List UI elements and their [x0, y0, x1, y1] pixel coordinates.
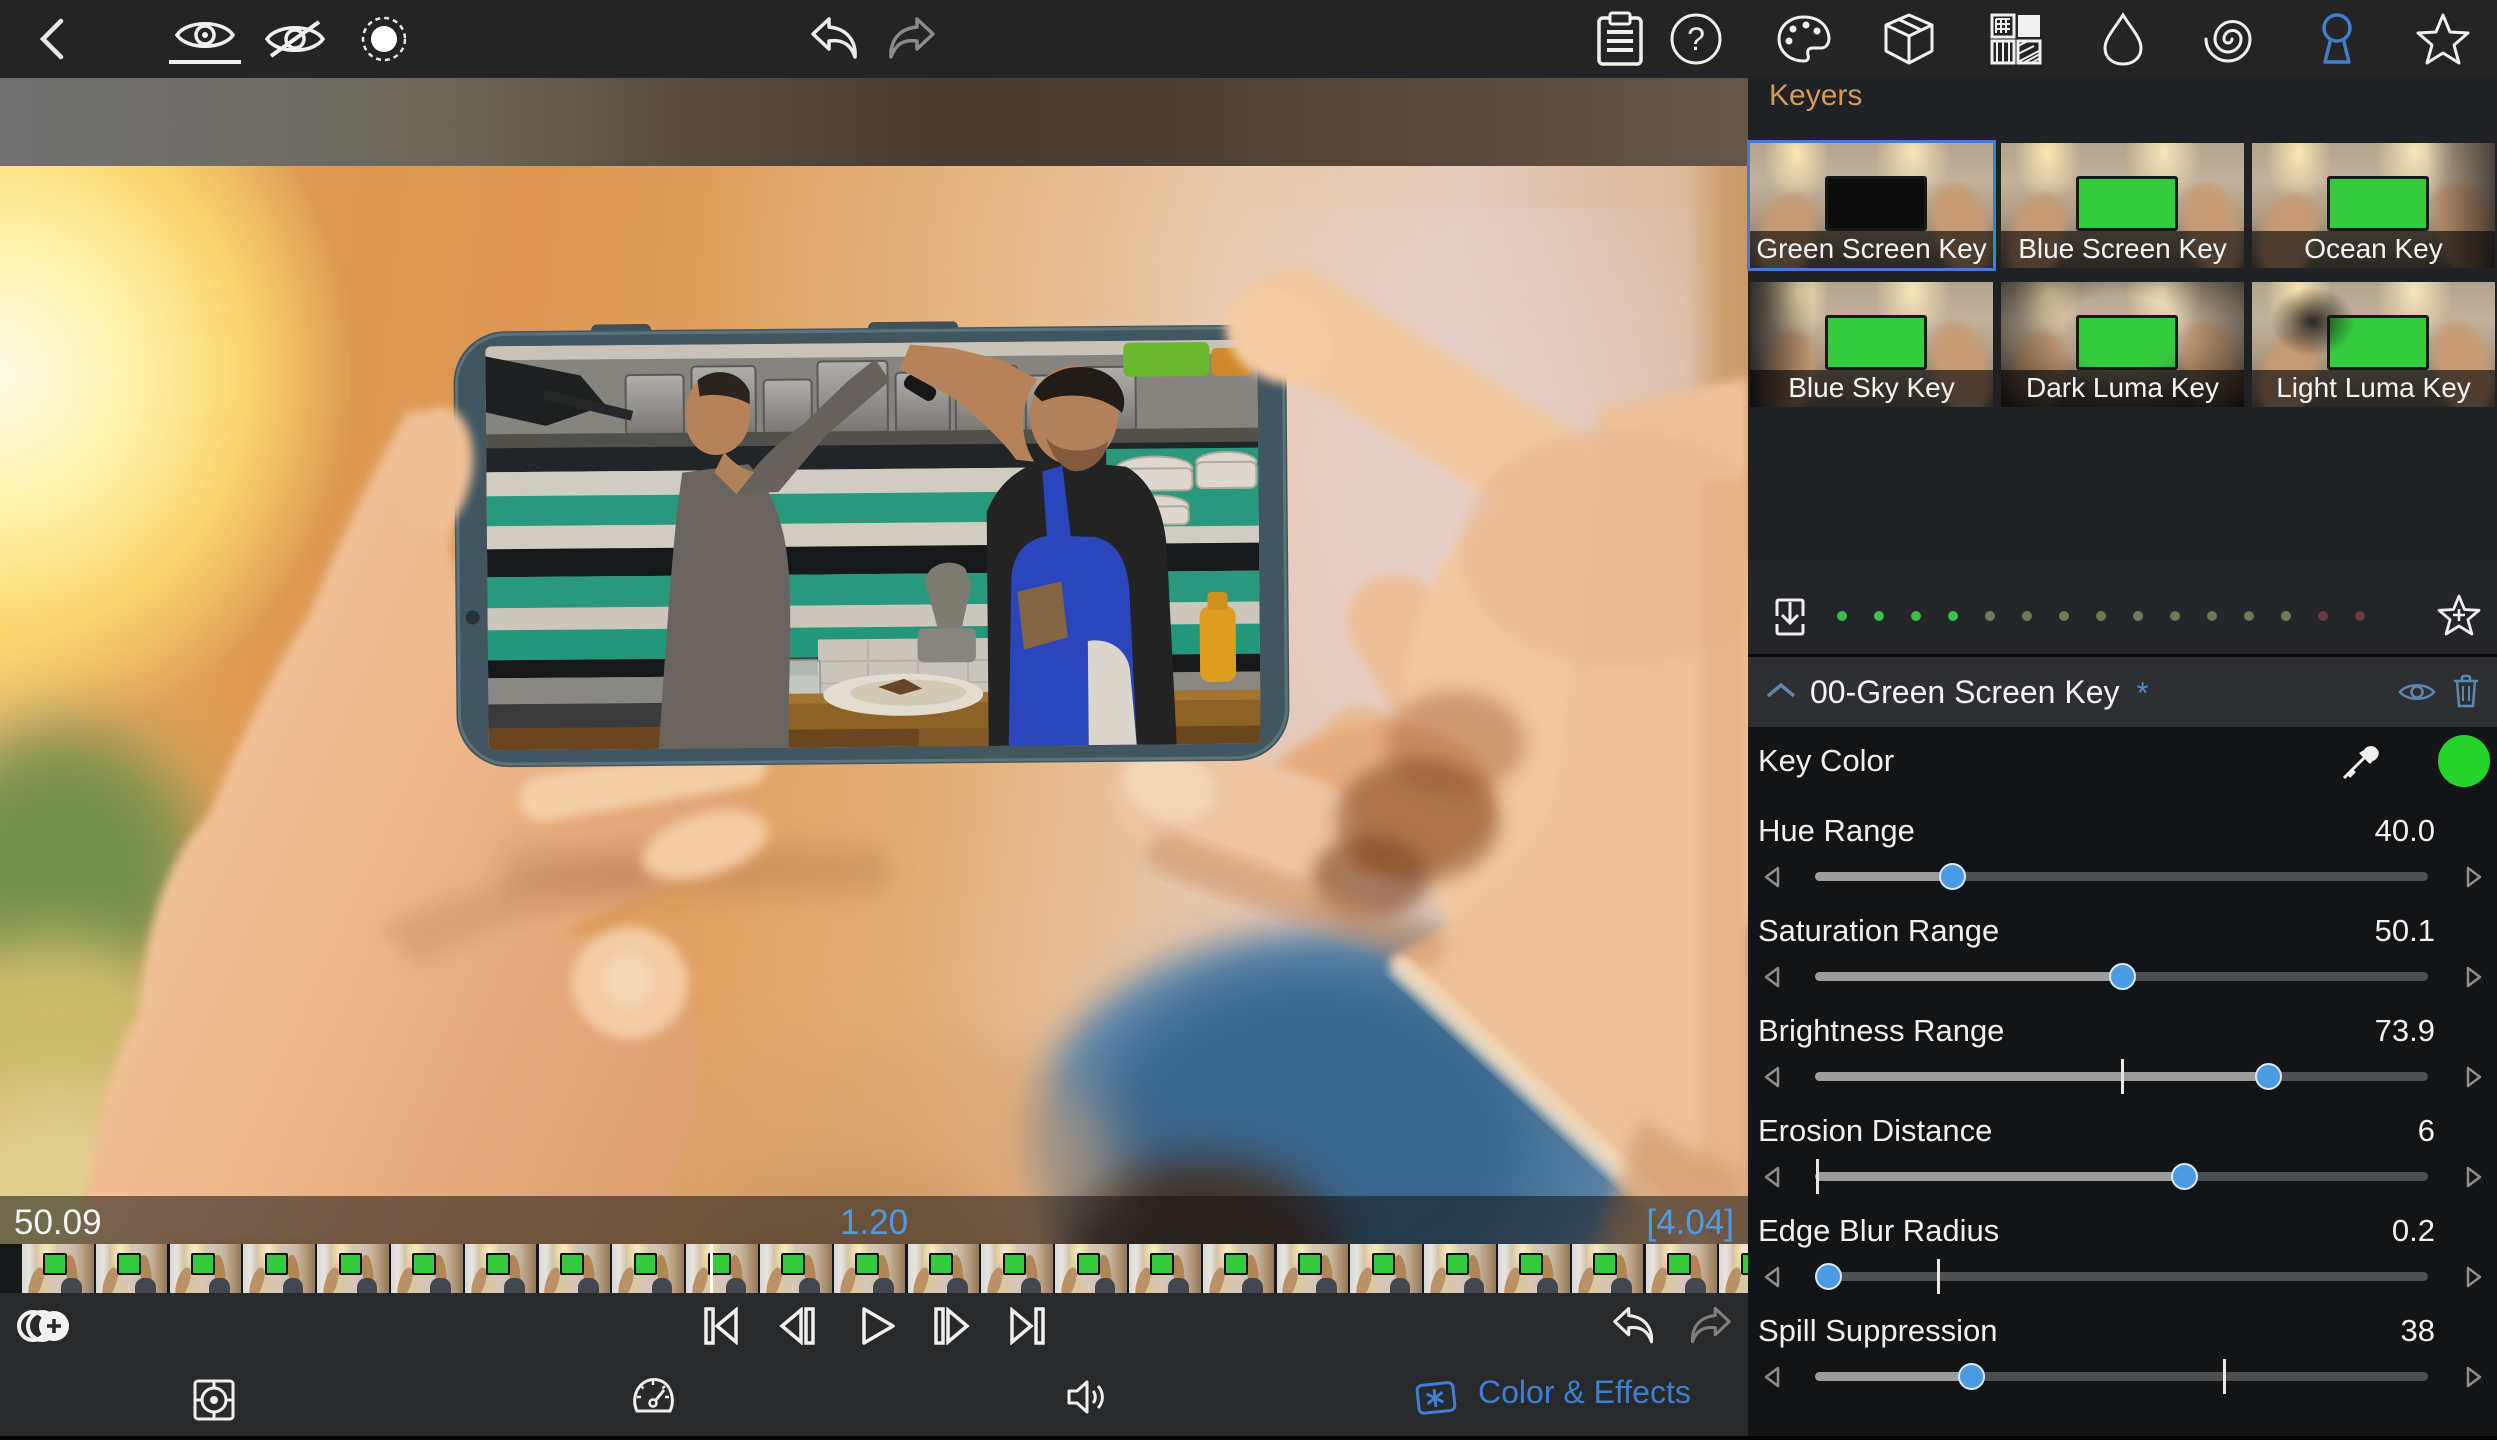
svg-text:?: ?	[1687, 21, 1705, 57]
